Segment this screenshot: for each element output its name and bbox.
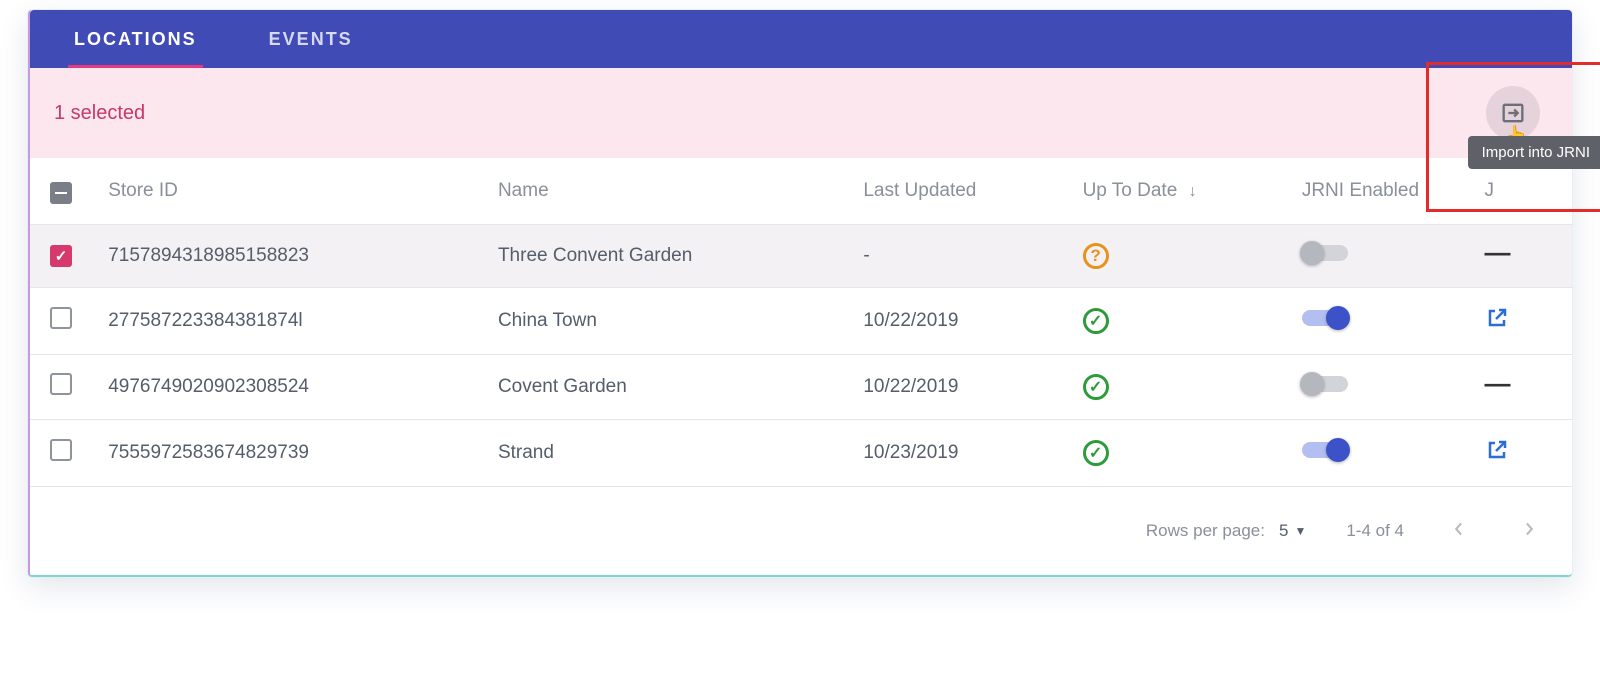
header-store-id[interactable]: Store ID: [98, 158, 488, 225]
rows-per-page-label: Rows per page:: [1146, 521, 1265, 541]
open-external-button[interactable]: [1485, 446, 1509, 467]
jrni-enabled-toggle[interactable]: [1302, 245, 1348, 261]
last-updated-cell: 10/22/2019: [863, 310, 958, 331]
checkmark-circle-icon: [1083, 374, 1109, 400]
header-up-to-date-label: Up To Date: [1083, 180, 1178, 201]
dash-icon: —: [1485, 237, 1511, 267]
open-external-button[interactable]: [1485, 314, 1509, 335]
prev-page-button[interactable]: [1444, 517, 1474, 545]
name-cell: Covent Garden: [498, 376, 627, 397]
import-icon: [1499, 99, 1527, 127]
select-all-checkbox[interactable]: [50, 182, 72, 204]
table-row: 277587223384381874l China Town 10/22/2019: [30, 288, 1572, 355]
store-id-cell: 4976749020902308524: [108, 376, 309, 397]
next-page-button[interactable]: [1514, 517, 1544, 545]
sort-desc-icon: ↓: [1189, 183, 1197, 201]
main-panel: LOCATIONS EVENTS 1 selected 👆 Import int…: [28, 10, 1572, 577]
header-last-updated[interactable]: Last Updated: [853, 158, 1072, 225]
jrni-enabled-toggle[interactable]: [1302, 442, 1348, 458]
table-row: 7157894318985158823 Three Convent Garden -…: [30, 225, 1572, 288]
tab-label: EVENTS: [269, 29, 353, 50]
import-tooltip: Import into JRNI: [1468, 136, 1600, 169]
checkmark-circle-icon: [1083, 440, 1109, 466]
tab-locations[interactable]: LOCATIONS: [38, 10, 233, 68]
last-updated-cell: 10/22/2019: [863, 376, 958, 397]
header-jrni-enabled[interactable]: JRNI Enabled: [1292, 158, 1475, 225]
header-name[interactable]: Name: [488, 158, 853, 225]
row-checkbox[interactable]: [50, 373, 72, 395]
header-up-to-date[interactable]: Up To Date ↓: [1073, 158, 1292, 225]
last-updated-cell: 10/23/2019: [863, 442, 958, 463]
jrni-enabled-toggle[interactable]: [1302, 376, 1348, 392]
rows-per-page: Rows per page: 5 ▼: [1146, 521, 1306, 541]
table-footer: Rows per page: 5 ▼ 1-4 of 4: [30, 487, 1572, 575]
store-id-cell: 7555972583674829739: [108, 442, 309, 463]
selection-count: 1 selected: [54, 102, 145, 125]
store-id-cell: 277587223384381874l: [108, 310, 302, 331]
selection-bar: 1 selected 👆 Import into JRNI: [30, 68, 1572, 158]
question-circle-icon: ?: [1083, 243, 1109, 269]
tab-label: LOCATIONS: [74, 29, 197, 50]
tab-events[interactable]: EVENTS: [233, 10, 389, 68]
jrni-enabled-toggle[interactable]: [1302, 310, 1348, 326]
store-id-cell: 7157894318985158823: [108, 245, 309, 266]
row-checkbox[interactable]: [50, 307, 72, 329]
table-row: 7555972583674829739 Strand 10/23/2019: [30, 420, 1572, 487]
dash-icon: —: [1485, 368, 1511, 398]
row-checkbox[interactable]: [50, 439, 72, 461]
dropdown-icon: ▼: [1294, 524, 1306, 538]
name-cell: China Town: [498, 310, 597, 331]
rows-per-page-select[interactable]: 5 ▼: [1279, 521, 1306, 541]
last-updated-cell: -: [863, 245, 869, 266]
rows-per-page-value: 5: [1279, 521, 1288, 541]
tabs-bar: LOCATIONS EVENTS: [30, 10, 1572, 68]
import-into-jrni-button[interactable]: 👆: [1486, 86, 1540, 140]
pagination-range: 1-4 of 4: [1346, 521, 1404, 541]
name-cell: Three Convent Garden: [498, 245, 692, 266]
table-row: 4976749020902308524 Covent Garden 10/22/20…: [30, 355, 1572, 420]
name-cell: Strand: [498, 442, 554, 463]
row-checkbox[interactable]: [50, 245, 72, 267]
locations-table: Store ID Name Last Updated Up To Date ↓ …: [30, 158, 1572, 487]
checkmark-circle-icon: [1083, 308, 1109, 334]
